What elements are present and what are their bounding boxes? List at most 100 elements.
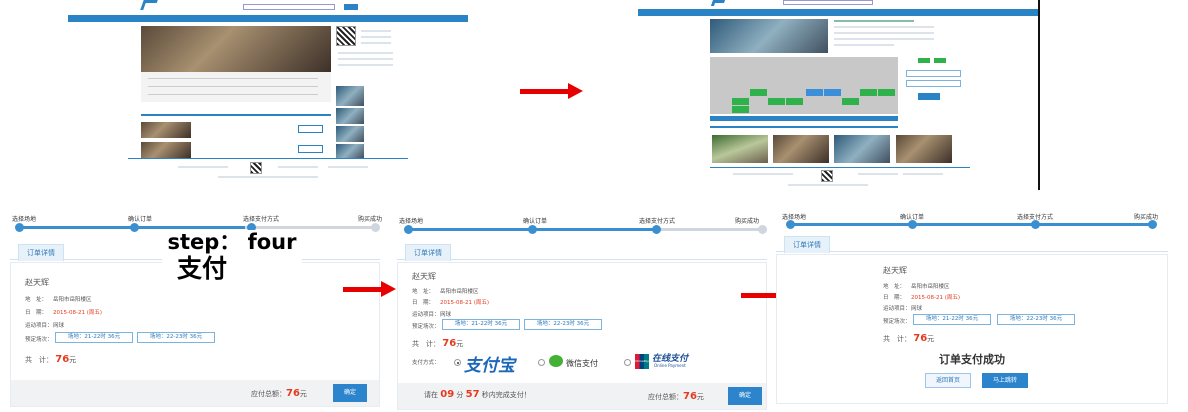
customer-name: 赵天辉: [25, 278, 49, 287]
total-line: 共 计： 76元: [412, 338, 464, 349]
step-dot: [1031, 220, 1040, 229]
total-value: 76: [442, 338, 457, 349]
nav-bar: [638, 9, 1038, 16]
slots-label: 预定场次：: [883, 319, 911, 325]
step-label: 选择场地: [399, 218, 424, 225]
price-button: [298, 125, 323, 133]
footer-bar: 请在 09 分 57 秒内完成支付！ 应付总额：76元 确定: [398, 383, 766, 409]
step-label: 选择支付方式: [243, 216, 280, 223]
sport-value: 网球: [440, 312, 452, 318]
order-panel-confirm: 选择场地 确认订单 选择支付方式 购买成功 订单详情 赵天辉 地 址： 岳阳市岳…: [10, 210, 382, 408]
step-dot: [1148, 220, 1157, 229]
customer-name: 赵天辉: [412, 272, 436, 281]
side-image: [336, 126, 364, 142]
footer-bar: 应付总额：76元 确定: [11, 380, 379, 406]
back-home-button[interactable]: 返回首页: [925, 373, 971, 388]
step-subtitle: 支付: [176, 254, 227, 283]
alipay-radio[interactable]: [454, 359, 461, 366]
order-panel-success: 选择场地 确认订单 选择支付方式 购买成功 订单详情 赵天辉 地 址： 岳阳市岳…: [776, 208, 1168, 406]
date-label: 日 期：: [412, 300, 435, 306]
slots-label: 预定场次：: [25, 337, 53, 343]
arrow-icon: [343, 281, 396, 297]
total-line: 共 计： 76元: [883, 333, 935, 344]
date-label: 日 期：: [25, 310, 48, 316]
venue-image: [141, 142, 191, 158]
customer-name: 赵天辉: [883, 266, 907, 275]
slot-badge: 场地：21-22时 36元: [913, 314, 991, 325]
tab-order-details[interactable]: 订单详情: [18, 244, 64, 261]
side-image: [336, 108, 364, 124]
total-value: 76: [55, 354, 70, 365]
gallery-image: [773, 135, 829, 163]
unionpay-radio[interactable]: [624, 359, 631, 366]
sport-label: 运动项目：: [412, 312, 440, 318]
slots-label: 预定场次：: [412, 324, 440, 330]
step-label: 选择场地: [782, 214, 807, 221]
step-dot: [652, 225, 661, 234]
arrow-icon: [741, 287, 792, 303]
gallery-image: [896, 135, 952, 163]
side-image: [336, 86, 364, 106]
address-value: 岳阳市岳阳楼区: [53, 297, 92, 303]
jump-now-button[interactable]: 马上跳转: [982, 373, 1028, 388]
order-panel-payment: 选择场地 确认订单 选择支付方式 购买成功 订单详情 赵天辉 地 址： 岳阳市岳…: [397, 212, 767, 410]
slot-badge: 场地：22-23时 36元: [137, 332, 215, 343]
address-label: 地 址：: [412, 289, 435, 295]
confirm-button: [918, 93, 940, 100]
confirm-button[interactable]: 确定: [333, 384, 367, 402]
countdown-text: 请在 09 分 57 秒内完成支付！: [424, 389, 531, 400]
slot-badge: 场地：22-23时 36元: [524, 319, 602, 330]
logo-icon: [140, 0, 158, 10]
step-label: 选择场地: [12, 216, 37, 223]
countdown-seconds: 57: [465, 389, 480, 400]
gallery-image: [834, 135, 890, 163]
sport-value: 网球: [911, 306, 923, 312]
wechat-label[interactable]: 微信支付: [566, 358, 598, 369]
filter-area: [141, 72, 331, 102]
step-dot: [130, 223, 139, 232]
step-dot: [908, 220, 917, 229]
amount-due: 应付总额：76元: [648, 391, 704, 402]
step-dot: [528, 225, 537, 234]
nav-bar: [68, 15, 468, 22]
alipay-logo[interactable]: 支付宝: [464, 351, 515, 376]
wechat-radio[interactable]: [538, 359, 545, 366]
tab-order-details[interactable]: 订单详情: [784, 236, 830, 253]
date-value: 2015-08-21 (周五): [911, 295, 961, 301]
gallery-image: [712, 135, 768, 163]
qr-code: [250, 162, 262, 174]
step-label: 确认订单: [523, 218, 548, 225]
step-dot: [15, 223, 24, 232]
arrow-icon: [520, 83, 583, 99]
countdown-minutes: 09: [440, 389, 455, 400]
step-title: step： four: [167, 230, 297, 254]
side-image: [336, 144, 364, 158]
logo-icon: [710, 0, 726, 6]
address-label: 地 址：: [883, 284, 906, 290]
step-label: 选择支付方式: [639, 218, 676, 225]
date-value: 2015-08-21 (周五): [53, 310, 103, 316]
thumbnail-venue-page: [638, 0, 1040, 190]
sport-label: 运动项目：: [883, 306, 911, 312]
wechat-icon: [549, 355, 563, 367]
step-dot: [404, 225, 413, 234]
sport-value: 网球: [53, 323, 65, 329]
address-label: 地 址：: [25, 297, 48, 303]
address-value: 岳阳市岳阳楼区: [911, 284, 950, 290]
unionpay-sub: Online Payment: [654, 363, 686, 368]
thumbnail-home-page: [68, 0, 468, 180]
qr-code: [821, 170, 833, 182]
slot-badge: 场地：21-22时 36元: [55, 332, 133, 343]
confirm-button[interactable]: 确定: [728, 387, 762, 405]
address-value: 岳阳市岳阳楼区: [440, 289, 479, 295]
payment-method-label: 支付方式：: [412, 360, 440, 366]
step-dot: [758, 225, 767, 234]
price-button: [298, 145, 323, 153]
step-dot: [371, 223, 380, 232]
tab-order-details[interactable]: 订单详情: [405, 244, 451, 261]
search-input: [243, 4, 335, 10]
slot-badge: 场地：22-23时 36元: [997, 314, 1075, 325]
date-label: 日 期：: [883, 295, 906, 301]
qr-code: [336, 26, 356, 46]
search-input: [783, 0, 873, 5]
